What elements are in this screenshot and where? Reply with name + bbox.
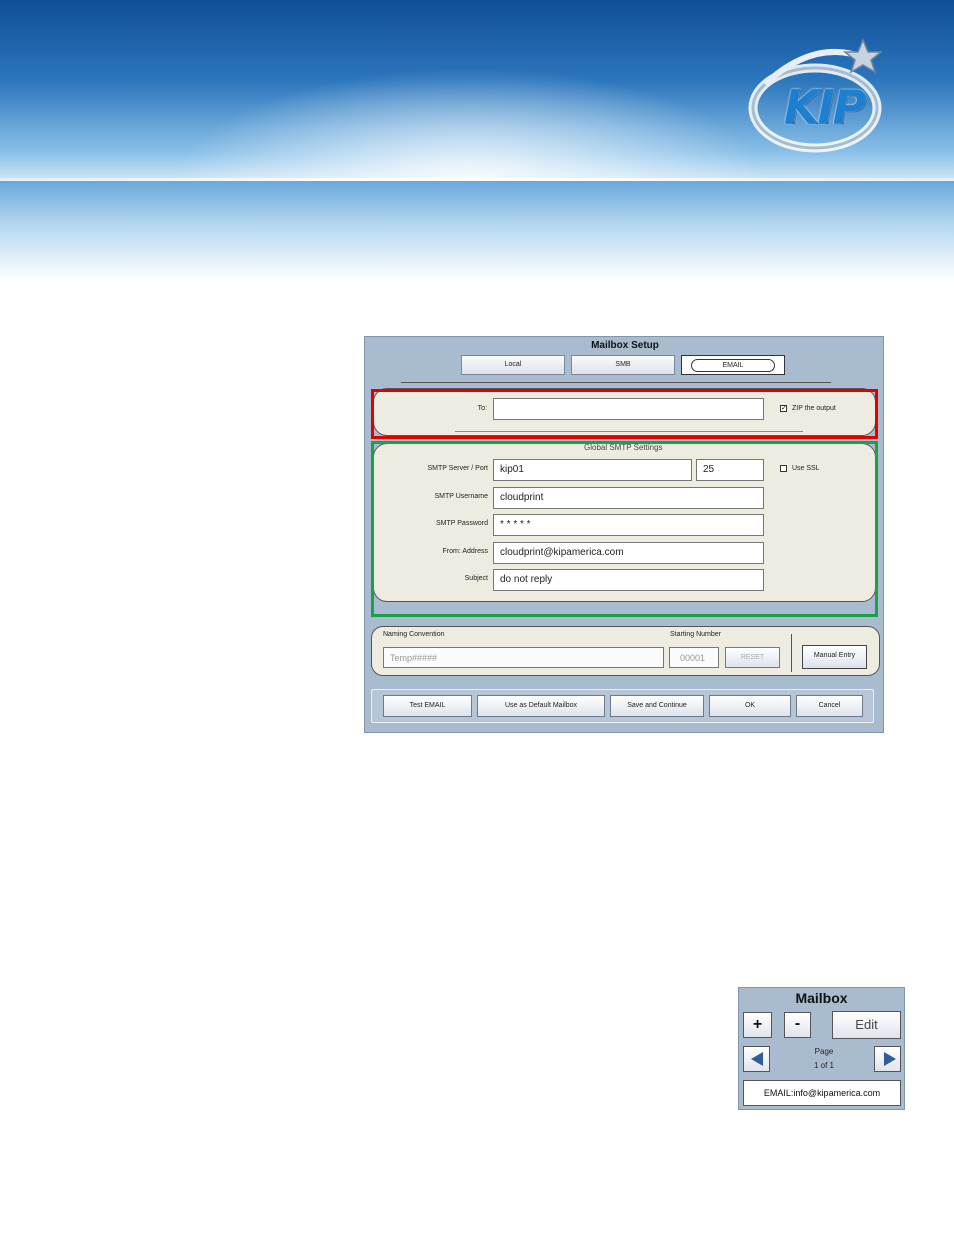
use-default-mailbox-button[interactable]: Use as Default Mailbox [477, 695, 605, 717]
manual-entry-button[interactable]: Manual Entry [802, 645, 867, 669]
starting-number-field[interactable]: 00001 [669, 647, 719, 668]
next-page-button[interactable] [874, 1046, 901, 1072]
add-mailbox-button[interactable]: + [743, 1012, 772, 1038]
logo-wordmark: KIP [784, 80, 866, 134]
test-email-button[interactable]: Test EMAIL [383, 695, 472, 717]
naming-convention-field[interactable]: Temp##### [383, 647, 664, 668]
dialog-title: Mailbox Setup [591, 340, 659, 351]
naming-label: Naming Convention [383, 631, 445, 638]
remove-mailbox-button[interactable]: - [784, 1012, 811, 1038]
tab-email-label: EMAIL [691, 359, 775, 372]
mailbox-entry[interactable]: EMAIL:info@kipamerica.com [743, 1080, 901, 1106]
banner-gradient-bottom [0, 181, 954, 281]
mailbox-setup-dialog: Mailbox Setup Local SMB EMAIL To: ✓ ZIP … [364, 336, 884, 733]
naming-separator [791, 634, 792, 672]
tab-smb[interactable]: SMB [571, 355, 675, 375]
save-continue-button[interactable]: Save and Continue [610, 695, 704, 717]
mailbox-title: Mailbox [795, 990, 848, 1006]
tab-separator [401, 382, 831, 383]
arrow-right-icon [884, 1052, 896, 1066]
prev-page-button[interactable] [743, 1046, 770, 1072]
highlight-red-box [371, 389, 878, 439]
tab-local[interactable]: Local [461, 355, 565, 375]
reset-button[interactable]: RESET [725, 647, 780, 668]
edit-mailbox-button[interactable]: Edit [832, 1011, 901, 1039]
page-label: Page [814, 1047, 834, 1056]
starting-number-label: Starting Number [670, 631, 721, 638]
mailbox-widget: Mailbox + - Edit Page 1 of 1 EMAIL:info@… [738, 987, 905, 1110]
arrow-left-icon [751, 1052, 763, 1066]
cancel-button[interactable]: Cancel [796, 695, 863, 717]
highlight-green-box [371, 441, 878, 617]
page-value: 1 of 1 [813, 1061, 834, 1070]
ok-button[interactable]: OK [709, 695, 791, 717]
tab-email[interactable]: EMAIL [681, 355, 785, 375]
